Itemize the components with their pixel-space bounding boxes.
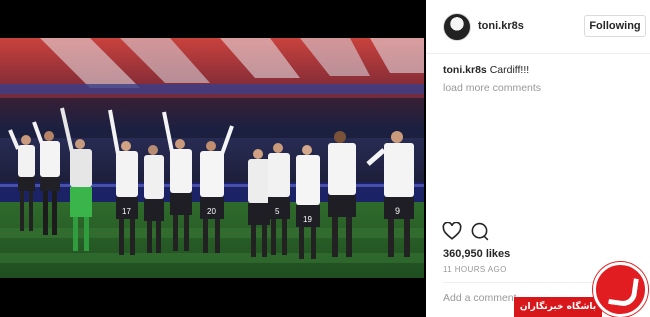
action-bar <box>442 222 502 242</box>
header-username[interactable]: toni.kr8s <box>478 20 524 32</box>
post-header: toni.kr8s Following <box>426 0 650 54</box>
post-photo[interactable]: 17 20 5 19 9 <box>0 38 424 278</box>
add-comment-input[interactable]: Add a comment... <box>443 292 525 304</box>
caption-text: Cardiff!!! <box>489 64 530 76</box>
media-area: 17 20 5 19 9 <box>0 0 426 317</box>
jersey-number: 17 <box>122 207 131 216</box>
watermark-text: باشگاه خبرنگاران <box>514 297 602 317</box>
following-button[interactable]: Following <box>584 15 646 37</box>
heart-icon[interactable] <box>442 222 462 240</box>
jersey-number: 19 <box>303 215 312 224</box>
post-timestamp[interactable]: 11 HOURS AGO <box>443 265 507 274</box>
watermark-logo-icon <box>593 262 648 317</box>
caption: toni.kr8s Cardiff!!! <box>443 64 529 76</box>
jersey-number: 20 <box>207 207 216 216</box>
avatar-icon[interactable] <box>443 13 471 41</box>
load-more-comments-link[interactable]: load more comments <box>443 82 541 94</box>
comment-icon[interactable] <box>470 222 489 241</box>
jersey-number: 9 <box>395 206 400 216</box>
caption-username[interactable]: toni.kr8s <box>443 64 487 76</box>
jersey-number: 5 <box>275 207 280 216</box>
likes-count[interactable]: 360,950 likes <box>443 248 510 260</box>
